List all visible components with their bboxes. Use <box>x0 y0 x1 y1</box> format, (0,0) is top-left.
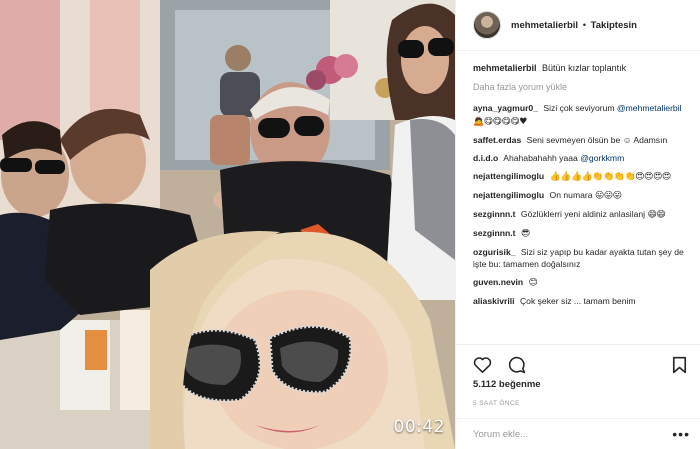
comment-item: aliaskivrili Çok şeker siz ... tamam ben… <box>473 295 690 308</box>
header-username[interactable]: mehmetalierbil <box>511 20 578 31</box>
comment-text: Çok şeker siz ... tamam benim <box>519 296 636 306</box>
profile-avatar[interactable] <box>473 11 501 39</box>
photo-illustration <box>0 0 455 449</box>
comment-item: saffet.erdas Seni sevmeyen ölsün be ☺ Ad… <box>473 134 690 147</box>
comment-emoji: 😛😛😛 <box>594 190 622 201</box>
comment-text: Ahahabahahh yaaa <box>503 152 578 163</box>
comment-text: Seni sevmeyen ölsün be ☺ Adamsın <box>526 134 668 145</box>
post-header: mehmetalierbil • Takiptesin <box>456 0 700 51</box>
comment-username[interactable]: sezginnn.t <box>473 228 516 238</box>
likes-count[interactable]: 5.112 beğenme <box>473 379 541 390</box>
comment-username[interactable]: sezginnn.t <box>473 209 516 219</box>
post-photo[interactable]: 00:42 <box>0 0 455 449</box>
follow-status[interactable]: Takiptesin <box>591 20 637 31</box>
comment-item: d.i.d.o Ahahabahahh yaaa @gorkkmm <box>473 152 690 165</box>
more-options-icon[interactable]: ••• <box>672 427 690 441</box>
bookmark-icon[interactable] <box>668 354 690 376</box>
comment-item: guven.nevin 😊 <box>473 276 690 290</box>
comment-username[interactable]: nejattengilimoglu <box>473 190 544 200</box>
comment-username[interactable]: ozgurisik_ <box>473 247 516 257</box>
heart-icon[interactable] <box>471 354 493 376</box>
caption-text: Bütün kızlar toplantık <box>542 63 627 73</box>
comment-bubble-icon[interactable] <box>505 354 527 376</box>
comment-username[interactable]: ayna_yagmur0_ <box>473 103 538 113</box>
comment-username[interactable]: aliaskivrili <box>473 296 515 306</box>
comment-item: sezginnn.t Gözlüklerri yeni aldiniz anla… <box>473 208 690 222</box>
caption-username[interactable]: mehmetalierbil <box>473 63 537 73</box>
comment-emoji: 😄😄 <box>647 209 666 220</box>
comment-item: sezginnn.t 😎 <box>473 227 690 241</box>
comment-mention[interactable]: @gorkkmm <box>580 153 624 163</box>
comment-mention[interactable]: @mehmetalierbil <box>617 103 682 113</box>
comment-item: nejattengilimoglu 👍👍👍👍👏👏👏👏😍😍😍😍 <box>473 170 690 184</box>
comment-emoji: 😎 <box>520 228 530 239</box>
comment-text: Gözlüklerri yeni aldiniz anlasilanj <box>520 208 646 219</box>
comment-item: nejattengilimoglu On numara 😛😛😛 <box>473 189 690 203</box>
comment-input[interactable] <box>473 428 673 440</box>
comment-emoji: 👍👍👍👍👏👏👏👏😍😍😍😍 <box>549 171 672 182</box>
comment-text: Sizi çok seviyorum <box>543 103 615 113</box>
post-timestamp: 5 SAAT ÖNCE <box>473 400 520 407</box>
comment-item: ozgurisik_ Sizi siz yapıp bu kadar ayakt… <box>473 246 690 271</box>
comment-username[interactable]: saffet.erdas <box>473 135 521 145</box>
comment-emoji: 🙇😋😋😋😋♥ <box>473 116 527 127</box>
add-comment-bar: ••• <box>456 418 700 449</box>
comment-text: On numara <box>549 189 593 200</box>
header-separator: • <box>582 19 587 31</box>
comment-username[interactable]: d.i.d.o <box>473 153 498 163</box>
load-more-comments-link[interactable]: Daha fazla yorum yükle <box>473 82 690 92</box>
comment-username[interactable]: nejattengilimoglu <box>473 171 544 181</box>
comment-username[interactable]: guven.nevin <box>473 277 523 287</box>
header-text: mehmetalierbil • Takiptesin <box>511 20 637 31</box>
post-details-panel: mehmetalierbil • Takiptesin mehmetalierb… <box>455 0 700 449</box>
comment-emoji: 😊 <box>528 278 538 288</box>
comments-list[interactable]: mehmetalierbil Bütün kızlar toplantık Da… <box>456 52 700 344</box>
post-actions-bar <box>456 344 700 384</box>
post-caption: mehmetalierbil Bütün kızlar toplantık <box>473 62 690 75</box>
comment-item: ayna_yagmur0_ Sizi çok seviyorum @mehmet… <box>473 102 690 128</box>
video-timer: 00:42 <box>393 417 445 437</box>
